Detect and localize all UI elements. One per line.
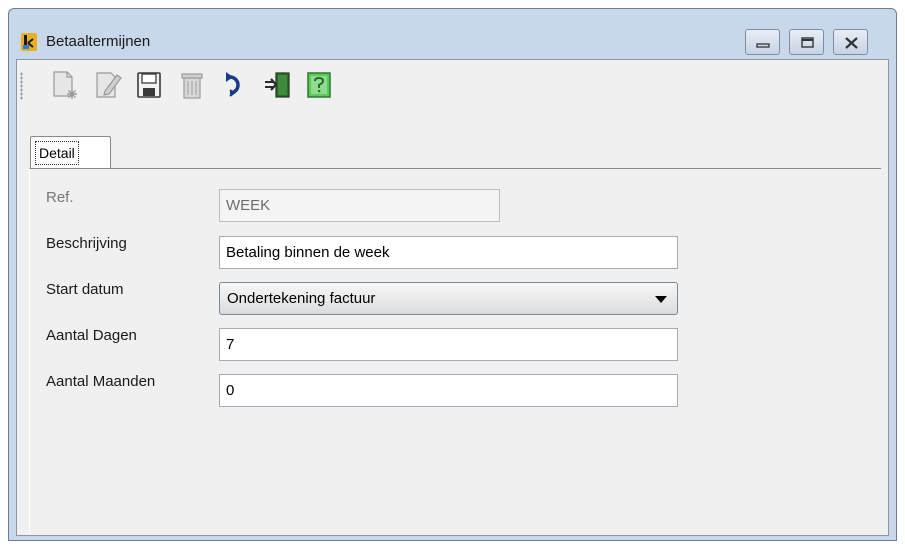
ref-label: Ref. bbox=[46, 189, 74, 206]
title-bar[interactable]: Betaaltermijnen bbox=[9, 9, 896, 57]
toolbar-grip[interactable] bbox=[20, 72, 23, 100]
close-icon bbox=[845, 37, 858, 49]
restore-button[interactable] bbox=[789, 29, 824, 55]
exit-icon[interactable] bbox=[263, 69, 293, 101]
help-icon[interactable] bbox=[304, 69, 334, 101]
app-window: Betaaltermijnen Detail Ref. WEEK Beschri… bbox=[8, 8, 897, 541]
chevron-down-icon bbox=[655, 296, 667, 303]
aantal-maanden-label: Aantal Maanden bbox=[46, 373, 156, 390]
save-icon[interactable] bbox=[134, 69, 164, 101]
ledger-icon bbox=[21, 33, 37, 51]
undo-icon[interactable] bbox=[220, 69, 250, 101]
minimize-icon bbox=[756, 43, 770, 48]
detail-panel: Ref. WEEK Beschrijving Betaling binnen d… bbox=[29, 168, 881, 534]
aantal-maanden-field[interactable]: 0 bbox=[219, 374, 678, 407]
start-datum-label: Start datum bbox=[46, 281, 124, 298]
new-icon[interactable] bbox=[50, 69, 80, 101]
tab-detail-label: Detail bbox=[35, 141, 79, 165]
start-datum-value: Ondertekening factuur bbox=[227, 290, 376, 307]
delete-icon[interactable] bbox=[177, 69, 207, 101]
beschrijving-field[interactable]: Betaling binnen de week bbox=[219, 236, 678, 269]
toolbar bbox=[17, 60, 888, 104]
window-title: Betaaltermijnen bbox=[46, 33, 151, 50]
start-datum-select[interactable]: Ondertekening factuur bbox=[219, 282, 678, 315]
aantal-dagen-label: Aantal Dagen bbox=[46, 327, 137, 344]
close-button[interactable] bbox=[833, 29, 868, 55]
edit-icon[interactable] bbox=[93, 69, 123, 101]
minimize-button[interactable] bbox=[745, 29, 780, 55]
beschrijving-label: Beschrijving bbox=[46, 235, 127, 252]
restore-icon bbox=[801, 37, 814, 48]
ref-field: WEEK bbox=[219, 189, 500, 222]
aantal-dagen-field[interactable]: 7 bbox=[219, 328, 678, 361]
client-area: Detail Ref. WEEK Beschrijving Betaling b… bbox=[16, 59, 889, 536]
tab-detail[interactable]: Detail bbox=[30, 136, 111, 169]
